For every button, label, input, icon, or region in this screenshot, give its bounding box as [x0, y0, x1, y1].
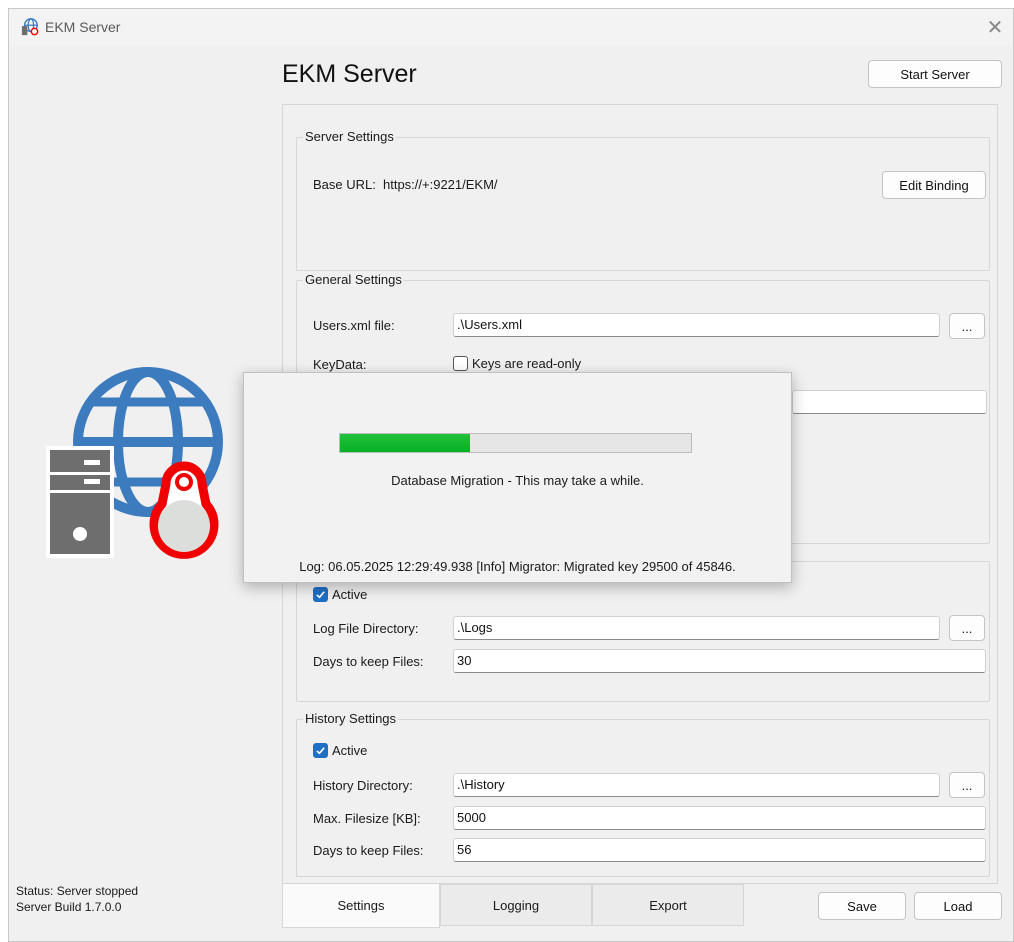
migration-progress-bar [339, 433, 692, 453]
browse-history-button[interactable]: ... [949, 772, 985, 798]
checkmark-icon[interactable] [313, 587, 328, 602]
log-dir-label: Log File Directory: [313, 621, 419, 636]
edit-binding-button[interactable]: Edit Binding [882, 171, 986, 199]
checkmark-icon[interactable] [313, 743, 328, 758]
history-days-label: Days to keep Files: [313, 843, 424, 858]
base-url-label: Base URL: [313, 177, 376, 192]
tab-settings[interactable]: Settings [282, 884, 440, 928]
start-server-button[interactable]: Start Server [868, 60, 1002, 88]
group-title-server: Server Settings [303, 129, 396, 144]
tab-bar: Settings Logging Export [282, 884, 748, 928]
save-button[interactable]: Save [818, 892, 906, 920]
history-settings-group: History Settings Active History Director… [296, 711, 990, 877]
history-days-field[interactable]: 56 [453, 838, 986, 862]
progress-fill [340, 434, 470, 452]
log-days-label: Days to keep Files: [313, 654, 424, 669]
keys-readonly-label: Keys are read-only [472, 356, 582, 371]
checkbox-box[interactable] [453, 356, 468, 371]
group-title-history: History Settings [303, 711, 399, 726]
server-settings-group: Server Settings Base URL: https://+:9221… [296, 129, 990, 271]
max-filesize-label: Max. Filesize [KB]: [313, 811, 421, 826]
title-bar[interactable]: EKM Server ✕ [9, 9, 1013, 45]
status-text: Status: Server stopped [16, 884, 139, 898]
page-title: EKM Server [282, 60, 417, 88]
general-hidden-field[interactable] [792, 390, 987, 414]
log-days-field[interactable]: 30 [453, 649, 986, 673]
keydata-label: KeyData: [313, 357, 367, 372]
build-text: Server Build 1.7.0.0 [16, 900, 122, 914]
tab-export[interactable]: Export [592, 884, 744, 926]
history-dir-field[interactable]: .\History [453, 773, 940, 797]
migration-dialog: Database Migration - This may take a whi… [243, 372, 792, 583]
logging-active-label: Active [332, 587, 368, 602]
history-active-checkbox[interactable]: Active [313, 743, 367, 758]
browse-users-button[interactable]: ... [949, 313, 985, 339]
app-icon [21, 18, 39, 36]
migration-message: Database Migration - This may take a whi… [391, 473, 644, 488]
browse-logs-button[interactable]: ... [949, 615, 985, 641]
history-dir-label: History Directory: [313, 778, 413, 793]
globe-server-key-logo [46, 367, 223, 559]
keys-readonly-checkbox[interactable]: Keys are read-only [453, 356, 581, 371]
migration-log: Log: 06.05.2025 12:29:49.938 [Info] Migr… [299, 559, 736, 574]
group-title-general: General Settings [303, 272, 404, 287]
close-icon[interactable]: ✕ [981, 13, 1009, 41]
tab-logging[interactable]: Logging [440, 884, 592, 926]
logging-active-checkbox[interactable]: Active [313, 587, 367, 602]
load-button[interactable]: Load [914, 892, 1002, 920]
window-title: EKM Server [45, 19, 121, 35]
users-xml-field[interactable]: .\Users.xml [453, 313, 940, 337]
history-active-label: Active [332, 743, 368, 758]
users-xml-label: Users.xml file: [313, 318, 395, 333]
log-dir-field[interactable]: .\Logs [453, 616, 940, 640]
base-url-value: https://+:9221/EKM/ [383, 177, 498, 192]
max-filesize-field[interactable]: 5000 [453, 806, 986, 830]
